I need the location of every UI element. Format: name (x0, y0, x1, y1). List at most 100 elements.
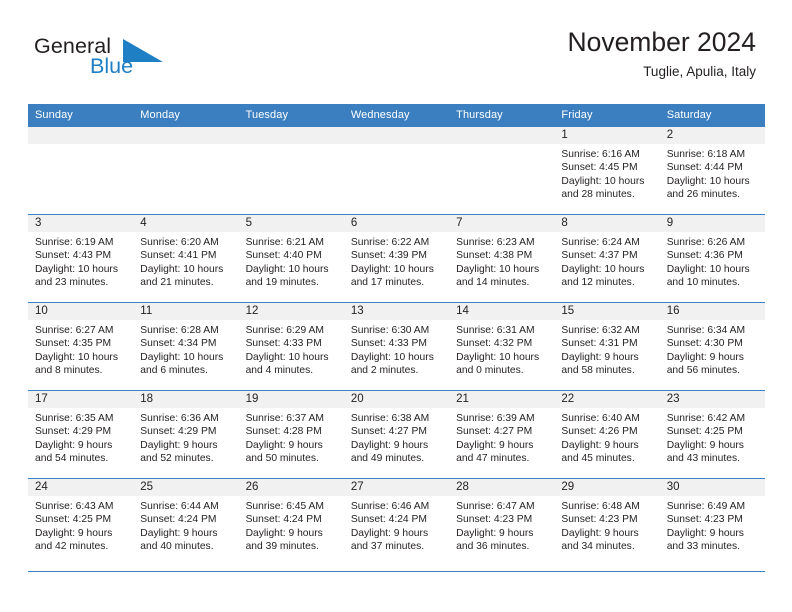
day-cell[interactable]: 6 Sunrise: 6:22 AM Sunset: 4:39 PM Daylight… (343, 214, 450, 303)
day-cell[interactable]: 28 Sunrise: 6:47 AM Sunset: 4:23 PM Dayligh… (449, 478, 555, 567)
day-cell[interactable]: 11 Sunrise: 6:28 AM Sunset: 4:34 PM Dayligh… (133, 302, 239, 391)
daylight-text-line2: and 21 minutes. (140, 277, 214, 289)
daylight-text-line2: and 49 minutes. (350, 453, 425, 465)
daylight-text-line2: and 43 minutes. (666, 453, 740, 465)
day-number: 30 (659, 479, 765, 496)
day-cell[interactable]: 17 Sunrise: 6:35 AM Sunset: 4:29 PM Dayligh… (28, 390, 134, 479)
day-cell[interactable]: 20 Sunrise: 6:38 AM Sunset: 4:27 PM Dayligh… (343, 390, 450, 479)
day-cell[interactable]: 30 Sunrise: 6:49 AM Sunset: 4:23 PM Dayligh… (659, 478, 765, 567)
day-number: 24 (28, 479, 134, 496)
daylight-text-line2: and 39 minutes. (245, 541, 319, 553)
sunrise-text: Sunrise: 6:49 AM (666, 501, 746, 512)
day-cell[interactable]: 26 Sunrise: 6:45 AM Sunset: 4:24 PM Dayligh… (238, 478, 344, 567)
day-number (343, 127, 450, 144)
daylight-text-line1: Daylight: 9 hours (666, 527, 744, 539)
calendar-week-row: 3 Sunrise: 6:19 AM Sunset: 4:43 PM Daylight… (28, 214, 765, 303)
daylight-text-line2: and 17 minutes. (350, 277, 425, 289)
sunset-text: Sunset: 4:39 PM (350, 250, 427, 262)
day-number: 3 (28, 215, 134, 232)
sunset-text: Sunset: 4:26 PM (561, 426, 638, 438)
day-cell[interactable] (28, 126, 134, 215)
day-cell[interactable]: 14 Sunrise: 6:31 AM Sunset: 4:32 PM Dayligh… (449, 302, 555, 391)
daylight-text-line2: and 19 minutes. (245, 277, 319, 289)
daylight-text-line2: and 52 minutes. (140, 453, 214, 465)
day-cell[interactable]: 29 Sunrise: 6:48 AM Sunset: 4:23 PM Dayligh… (554, 478, 660, 567)
day-cell[interactable] (238, 126, 344, 215)
day-number: 25 (133, 479, 239, 496)
sunset-text: Sunset: 4:28 PM (245, 426, 322, 438)
sunset-text: Sunset: 4:41 PM (140, 250, 217, 262)
day-cell[interactable]: 23 Sunrise: 6:42 AM Sunset: 4:25 PM Dayligh… (659, 390, 765, 479)
day-cell[interactable]: 25 Sunrise: 6:44 AM Sunset: 4:24 PM Dayligh… (133, 478, 239, 567)
day-cell[interactable]: 27 Sunrise: 6:46 AM Sunset: 4:24 PM Dayligh… (343, 478, 450, 567)
sunrise-text: Sunrise: 6:47 AM (456, 501, 535, 512)
daylight-text-line1: Daylight: 9 hours (456, 527, 534, 539)
daylight-text-line1: Daylight: 10 hours (666, 263, 750, 275)
day-cell[interactable]: 13 Sunrise: 6:30 AM Sunset: 4:33 PM Dayligh… (343, 302, 450, 391)
sunset-text: Sunset: 4:33 PM (350, 338, 427, 350)
daylight-text-line2: and 26 minutes. (666, 189, 740, 201)
day-number: 10 (28, 303, 134, 320)
day-cell[interactable]: 21 Sunrise: 6:39 AM Sunset: 4:27 PM Dayligh… (449, 390, 555, 479)
daylight-text-line2: and 0 minutes. (456, 365, 524, 377)
day-cell[interactable]: 18 Sunrise: 6:36 AM Sunset: 4:29 PM Dayligh… (133, 390, 239, 479)
day-cell[interactable]: 3 Sunrise: 6:19 AM Sunset: 4:43 PM Daylight… (28, 214, 134, 303)
day-cell[interactable]: 15 Sunrise: 6:32 AM Sunset: 4:31 PM Dayligh… (554, 302, 660, 391)
sunrise-text: Sunrise: 6:16 AM (561, 149, 640, 160)
day-cell[interactable] (343, 126, 450, 215)
daylight-text-line2: and 23 minutes. (35, 277, 109, 289)
daylight-text-line1: Daylight: 9 hours (561, 351, 639, 363)
day-cell[interactable]: 9 Sunrise: 6:26 AM Sunset: 4:36 PM Daylight… (659, 214, 765, 303)
day-number: 17 (28, 391, 134, 408)
calendar-week-row: 24 Sunrise: 6:43 AM Sunset: 4:25 PM Dayligh… (28, 478, 765, 567)
daylight-text-line2: and 42 minutes. (35, 541, 109, 553)
daylight-text-line2: and 34 minutes. (561, 541, 635, 553)
day-cell[interactable]: 24 Sunrise: 6:43 AM Sunset: 4:25 PM Dayligh… (28, 478, 134, 567)
day-cell[interactable]: 16 Sunrise: 6:34 AM Sunset: 4:30 PM Dayligh… (659, 302, 765, 391)
day-cell[interactable]: 5 Sunrise: 6:21 AM Sunset: 4:40 PM Daylight… (238, 214, 344, 303)
day-cell[interactable]: 10 Sunrise: 6:27 AM Sunset: 4:35 PM Dayligh… (28, 302, 134, 391)
day-number: 19 (238, 391, 344, 408)
daylight-text-line1: Daylight: 10 hours (561, 175, 645, 187)
weekday-header-row: Sunday Monday Tuesday Wednesday Thursday… (28, 104, 765, 127)
day-cell[interactable]: 8 Sunrise: 6:24 AM Sunset: 4:37 PM Daylight… (554, 214, 660, 303)
daylight-text-line2: and 6 minutes. (140, 365, 208, 377)
day-cell[interactable]: 2 Sunrise: 6:18 AM Sunset: 4:44 PM Daylight… (659, 126, 765, 215)
day-cell[interactable]: 19 Sunrise: 6:37 AM Sunset: 4:28 PM Dayligh… (238, 390, 344, 479)
brand-logo[interactable]: General Blue (34, 35, 214, 84)
daylight-text-line2: and 50 minutes. (245, 453, 319, 465)
day-cell[interactable] (449, 126, 555, 215)
daylight-text-line1: Daylight: 9 hours (350, 439, 429, 451)
daylight-text-line1: Daylight: 9 hours (666, 439, 744, 451)
daylight-text-line1: Daylight: 9 hours (561, 527, 639, 539)
daylight-text-line1: Daylight: 10 hours (666, 175, 750, 187)
daylight-text-line1: Daylight: 10 hours (140, 351, 224, 363)
day-cell[interactable]: 22 Sunrise: 6:40 AM Sunset: 4:26 PM Dayligh… (554, 390, 660, 479)
day-number: 15 (554, 303, 660, 320)
sunset-text: Sunset: 4:27 PM (456, 426, 533, 438)
daylight-text-line1: Daylight: 10 hours (350, 351, 434, 363)
daylight-text-line1: Daylight: 9 hours (245, 527, 323, 539)
daylight-text-line1: Daylight: 10 hours (245, 263, 329, 275)
day-number (28, 127, 134, 144)
sunset-text: Sunset: 4:34 PM (140, 338, 217, 350)
daylight-text-line2: and 33 minutes. (666, 541, 740, 553)
page-subtitle: Tuglie, Apulia, Italy (643, 63, 756, 79)
day-cell[interactable]: 1 Sunrise: 6:16 AM Sunset: 4:45 PM Daylight… (554, 126, 660, 215)
daylight-text-line2: and 47 minutes. (456, 453, 530, 465)
day-cell[interactable]: 12 Sunrise: 6:29 AM Sunset: 4:33 PM Dayligh… (238, 302, 344, 391)
sunset-text: Sunset: 4:23 PM (456, 514, 533, 526)
calendar-grid: Sunday Monday Tuesday Wednesday Thursday… (28, 104, 765, 567)
page-header: General Blue November 2024 Tuglie, Apuli… (0, 0, 792, 100)
sunrise-text: Sunrise: 6:19 AM (35, 237, 114, 248)
day-cell[interactable]: 7 Sunrise: 6:23 AM Sunset: 4:38 PM Daylight… (449, 214, 555, 303)
day-number: 5 (238, 215, 344, 232)
sunset-text: Sunset: 4:37 PM (561, 250, 638, 262)
day-number: 4 (133, 215, 239, 232)
sunset-text: Sunset: 4:31 PM (561, 338, 638, 350)
sunset-text: Sunset: 4:24 PM (245, 514, 322, 526)
day-cell[interactable] (133, 126, 239, 215)
daylight-text-line1: Daylight: 9 hours (245, 439, 323, 451)
weekday-header-wednesday: Wednesday (343, 104, 450, 127)
day-cell[interactable]: 4 Sunrise: 6:20 AM Sunset: 4:41 PM Daylight… (133, 214, 239, 303)
